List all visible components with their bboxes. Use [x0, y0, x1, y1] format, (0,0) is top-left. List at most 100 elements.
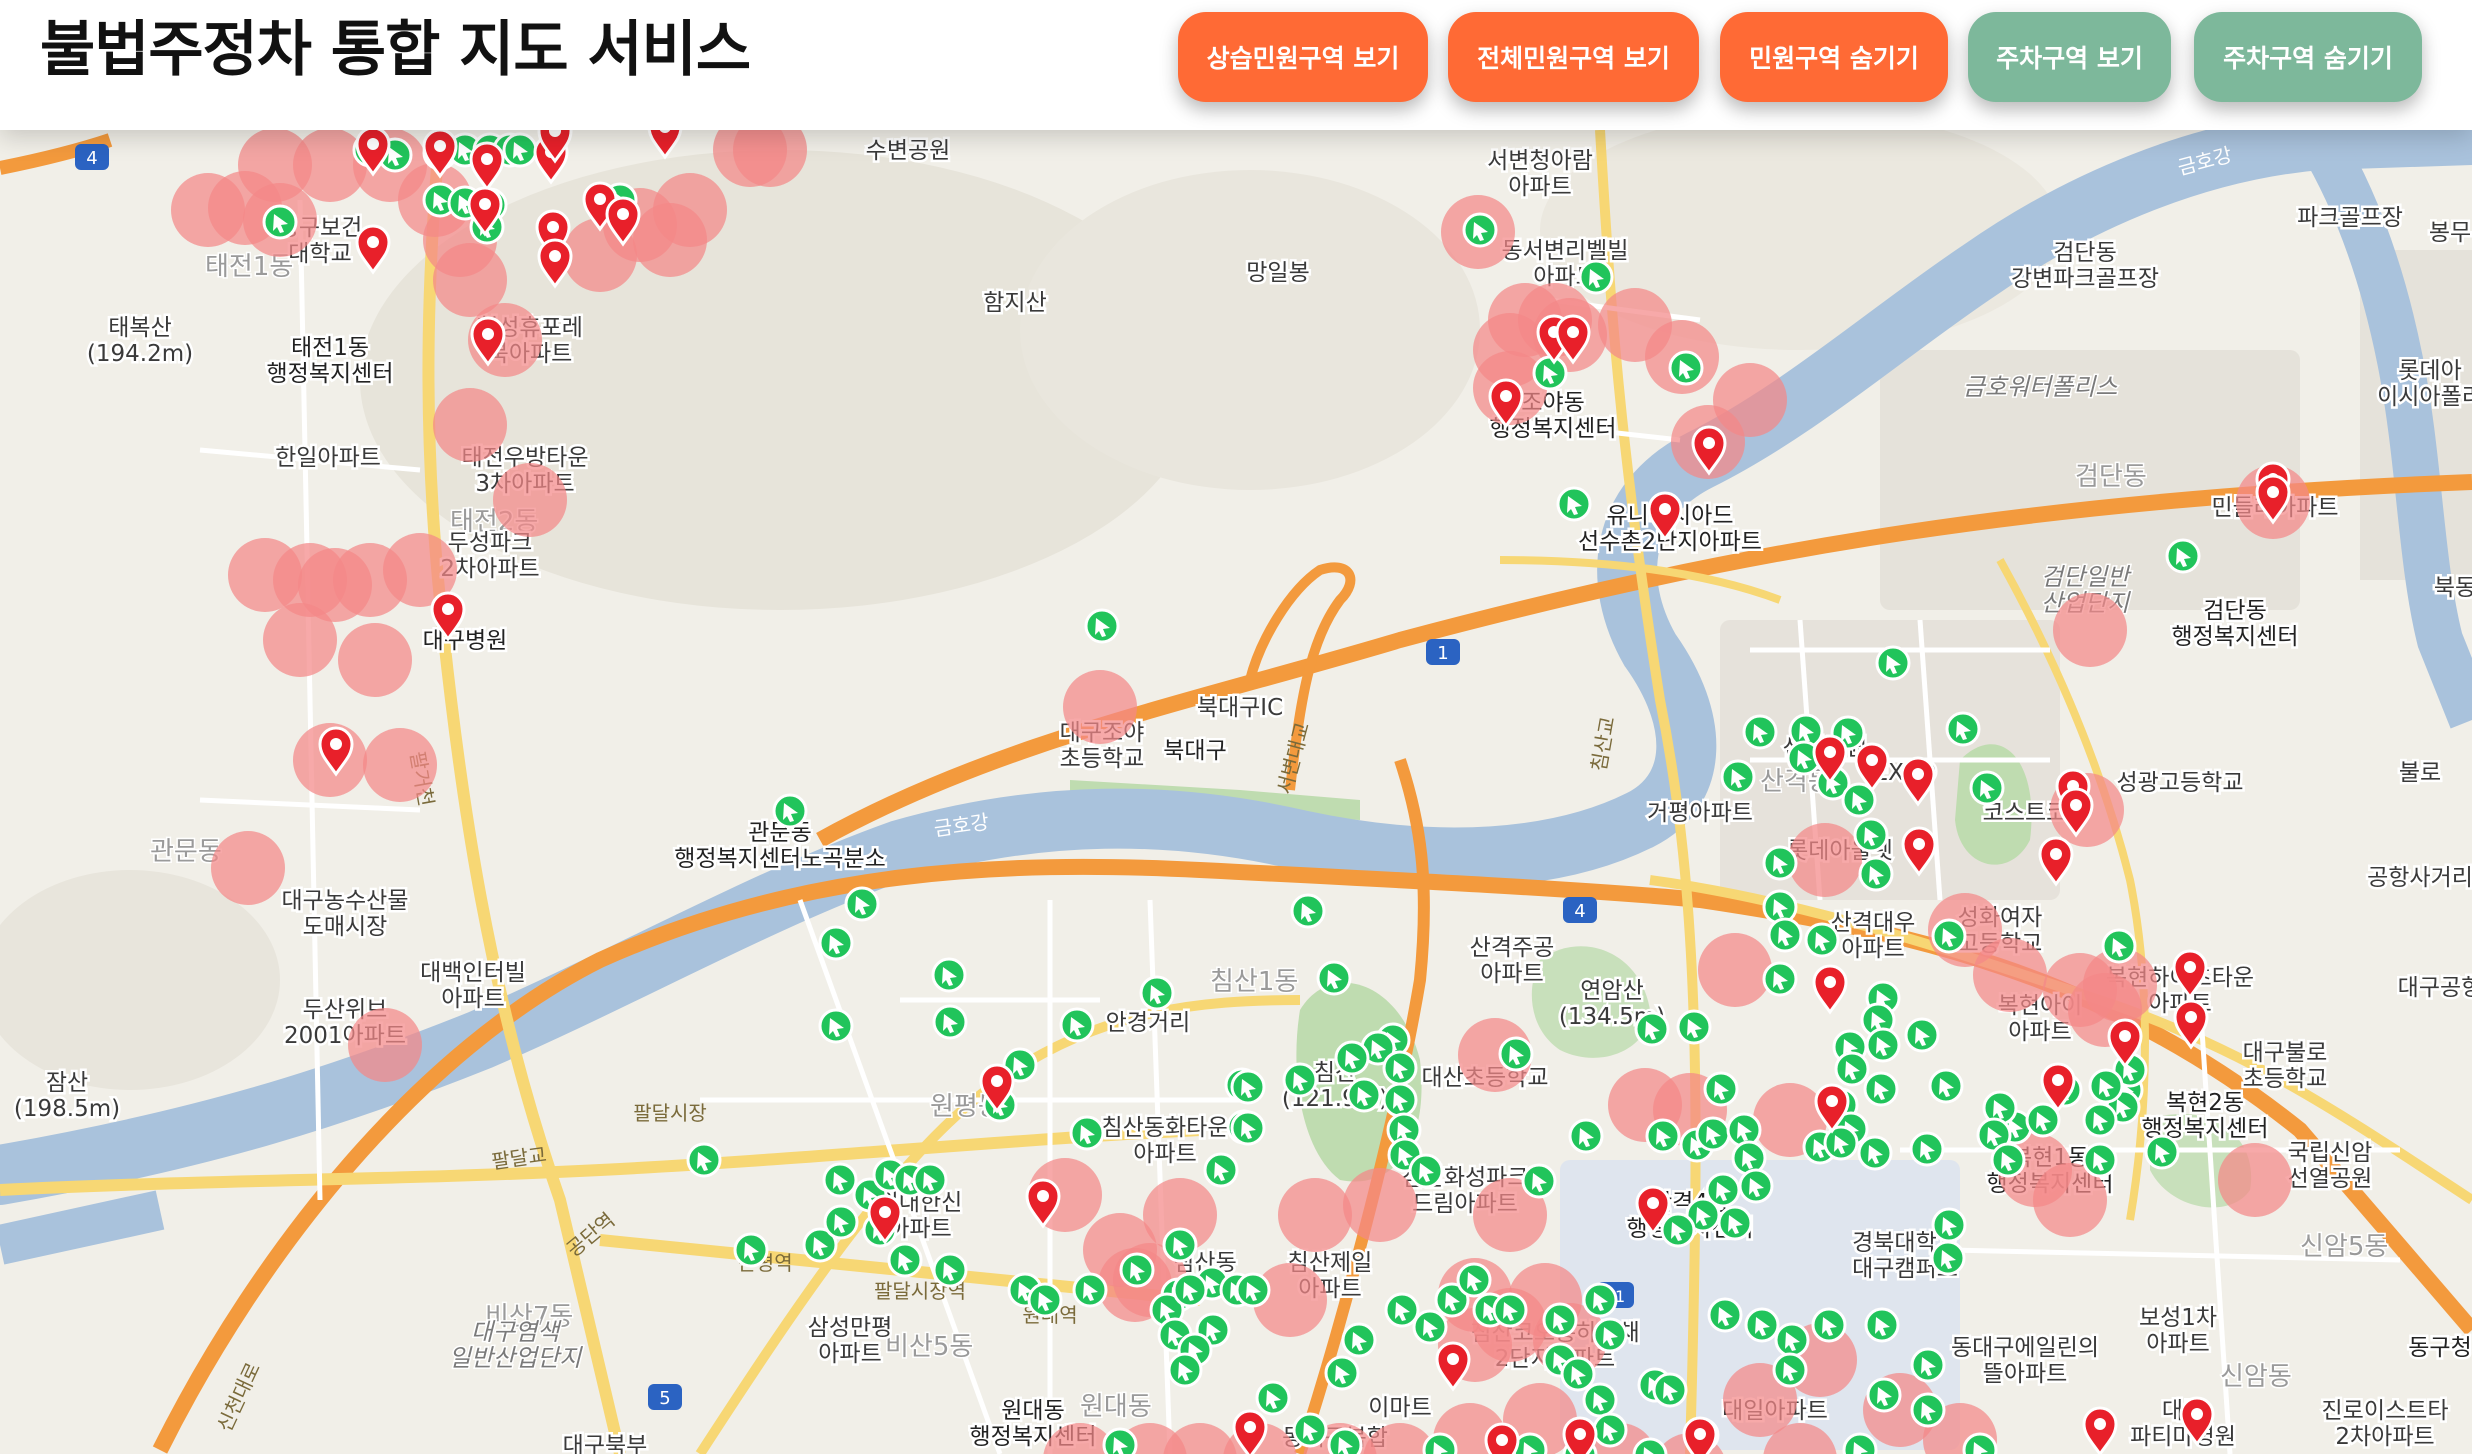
parking-marker-icon[interactable]: [1072, 1272, 1108, 1308]
parking-marker-icon[interactable]: [818, 1008, 854, 1044]
parking-marker-icon[interactable]: [1774, 1322, 1810, 1358]
parking-marker-icon[interactable]: [1668, 350, 1704, 386]
parking-marker-icon[interactable]: [1230, 1110, 1266, 1146]
parking-marker-icon[interactable]: [1324, 1355, 1360, 1391]
parking-marker-icon[interactable]: [912, 1162, 948, 1198]
parking-marker-icon[interactable]: [2165, 538, 2201, 574]
parking-marker-icon[interactable]: [1316, 960, 1352, 996]
parking-marker-icon[interactable]: [1408, 1153, 1444, 1189]
parking-marker-icon[interactable]: [772, 793, 808, 829]
parking-marker-icon[interactable]: [1341, 1322, 1377, 1358]
parking-marker-icon[interactable]: [1738, 1168, 1774, 1204]
parking-marker-icon[interactable]: [1119, 1252, 1155, 1288]
parking-marker-icon[interactable]: [822, 1162, 858, 1198]
parking-marker-icon[interactable]: [1909, 1131, 1945, 1167]
parking-marker-icon[interactable]: [1864, 1307, 1900, 1343]
parking-marker-icon[interactable]: [1578, 259, 1614, 295]
parking-marker-icon[interactable]: [2025, 1102, 2061, 1138]
parking-marker-icon[interactable]: [1592, 1412, 1628, 1448]
parking-marker-icon[interactable]: [932, 1252, 968, 1288]
parking-marker-icon[interactable]: [1172, 1272, 1208, 1308]
parking-marker-icon[interactable]: [1139, 975, 1175, 1011]
parking-marker-icon[interactable]: [1167, 1352, 1203, 1388]
complaint-marker-icon[interactable]: [1682, 1416, 1718, 1454]
parking-marker-icon[interactable]: [1290, 893, 1326, 929]
parking-marker-icon[interactable]: [1910, 1392, 1946, 1428]
parking-marker-icon[interactable]: [1676, 1009, 1712, 1045]
parking-marker-icon[interactable]: [1582, 1282, 1618, 1318]
parking-marker-icon[interactable]: [1834, 1051, 1870, 1087]
parking-marker-icon[interactable]: [733, 1232, 769, 1268]
parking-marker-icon[interactable]: [1498, 1036, 1534, 1072]
complaint-marker-icon[interactable]: [1562, 1416, 1598, 1454]
parking-marker-icon[interactable]: [1462, 212, 1498, 248]
parking-marker-icon[interactable]: [1858, 856, 1894, 892]
parking-marker-icon[interactable]: [1842, 1432, 1878, 1454]
parking-marker-icon[interactable]: [1762, 961, 1798, 997]
parking-marker-icon[interactable]: [2144, 1134, 2180, 1170]
parking-marker-icon[interactable]: [1904, 1017, 1940, 1053]
complaint-marker-icon[interactable]: [1484, 1422, 1520, 1454]
parking-marker-icon[interactable]: [1928, 1068, 1964, 1104]
parking-marker-icon[interactable]: [1720, 759, 1756, 795]
parking-marker-icon[interactable]: [1823, 1125, 1859, 1161]
parking-marker-icon[interactable]: [1863, 1071, 1899, 1107]
parking-marker-icon[interactable]: [1762, 845, 1798, 881]
parking-marker-icon[interactable]: [1744, 1307, 1780, 1343]
parking-marker-icon[interactable]: [1069, 1115, 1105, 1151]
parking-marker-icon[interactable]: [1703, 1071, 1739, 1107]
parking-marker-icon[interactable]: [1235, 1272, 1271, 1308]
parking-marker-icon[interactable]: [1990, 1142, 2026, 1178]
parking-marker-icon[interactable]: [1492, 1292, 1528, 1328]
parking-marker-icon[interactable]: [1707, 1297, 1743, 1333]
parking-marker-icon[interactable]: [2088, 1068, 2124, 1104]
parking-marker-icon[interactable]: [1162, 1227, 1198, 1263]
parking-marker-icon[interactable]: [1804, 922, 1840, 958]
parking-marker-icon[interactable]: [1857, 1135, 1893, 1171]
parking-marker-icon[interactable]: [2082, 1102, 2118, 1138]
parking-marker-icon[interactable]: [1962, 1432, 1998, 1454]
parking-marker-icon[interactable]: [1292, 1412, 1328, 1448]
parking-marker-icon[interactable]: [1560, 1356, 1596, 1392]
parking-marker-icon[interactable]: [1532, 355, 1568, 391]
parking-marker-icon[interactable]: [2082, 1142, 2118, 1178]
parking-marker-icon[interactable]: [931, 957, 967, 993]
parking-marker-icon[interactable]: [1027, 1282, 1063, 1318]
parking-marker-icon[interactable]: [1866, 1377, 1902, 1413]
parking-marker-icon[interactable]: [1717, 1205, 1753, 1241]
parking-marker-icon[interactable]: [1582, 1382, 1618, 1418]
parking-marker-icon[interactable]: [1945, 711, 1981, 747]
parking-marker-icon[interactable]: [1652, 1372, 1688, 1408]
parking-marker-icon[interactable]: [1384, 1292, 1420, 1328]
parking-marker-icon[interactable]: [1422, 1432, 1458, 1454]
show-parking-zones-button[interactable]: 주차구역 보기: [1968, 12, 2171, 102]
parking-marker-icon[interactable]: [1660, 1212, 1696, 1248]
parking-marker-icon[interactable]: [1542, 1302, 1578, 1338]
parking-marker-icon[interactable]: [1255, 1380, 1291, 1416]
parking-marker-icon[interactable]: [1456, 1262, 1492, 1298]
parking-marker-icon[interactable]: [818, 925, 854, 961]
parking-marker-icon[interactable]: [262, 204, 298, 240]
parking-marker-icon[interactable]: [1334, 1040, 1370, 1076]
parking-marker-icon[interactable]: [1382, 1082, 1418, 1118]
parking-marker-icon[interactable]: [1695, 1116, 1731, 1152]
parking-marker-icon[interactable]: [1772, 1352, 1808, 1388]
parking-marker-icon[interactable]: [932, 1004, 968, 1040]
hide-complaint-zones-button[interactable]: 민원구역 숨기기: [1720, 12, 1948, 102]
parking-marker-icon[interactable]: [1203, 1152, 1239, 1188]
parking-marker-icon[interactable]: [887, 1242, 923, 1278]
parking-marker-icon[interactable]: [1762, 889, 1798, 925]
parking-marker-icon[interactable]: [2101, 928, 2137, 964]
parking-marker-icon[interactable]: [1346, 1077, 1382, 1113]
show-all-complaint-zones-button[interactable]: 전체민원구역 보기: [1448, 12, 1699, 102]
map-canvas[interactable]: 금호강 금호강 태전1동 관문동 태전2동 침산1동 원평동 비산7동 비산5동…: [0, 130, 2472, 1454]
parking-marker-icon[interactable]: [1568, 1118, 1604, 1154]
parking-marker-icon[interactable]: [1521, 1163, 1557, 1199]
parking-marker-icon[interactable]: [1382, 1050, 1418, 1086]
parking-marker-icon[interactable]: [1556, 486, 1592, 522]
parking-marker-icon[interactable]: [1910, 1347, 1946, 1383]
parking-marker-icon[interactable]: [1726, 1112, 1762, 1148]
parking-marker-icon[interactable]: [1865, 1027, 1901, 1063]
parking-marker-icon[interactable]: [1645, 1118, 1681, 1154]
parking-marker-icon[interactable]: [1875, 645, 1911, 681]
